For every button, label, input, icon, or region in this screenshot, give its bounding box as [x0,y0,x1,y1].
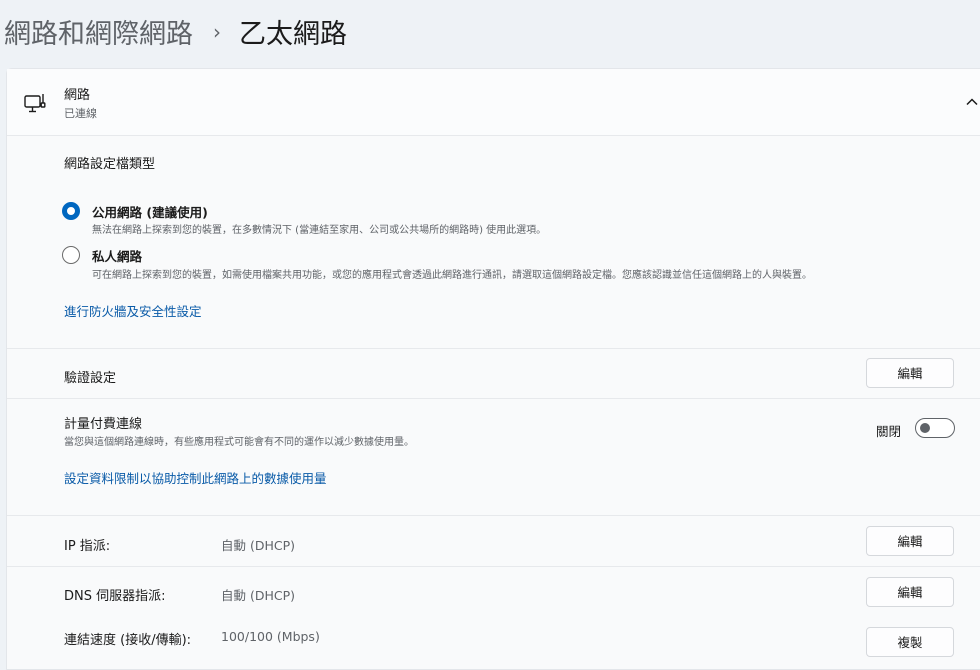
page-title: 乙太網路 [239,19,347,50]
dns-edit-button[interactable]: 編輯 [866,577,954,607]
breadcrumb-separator: › [213,19,221,44]
ip-edit-button[interactable]: 編輯 [866,526,954,556]
network-status: 已連線 [64,107,97,120]
link-speed-label: 連結速度 (接收/傳輸): [64,633,192,648]
public-network-description: 無法在網路上探索到您的裝置，在多數情況下 (當連結至家用、公司或公共場所的網路時… [92,225,547,236]
firewall-settings-link[interactable]: 進行防火牆及安全性設定 [64,301,202,320]
profile-type-label: 網路設定檔類型 [64,157,156,172]
ethernet-monitor-icon [24,94,46,113]
ip-assignment-label: IP 指派: [64,539,111,554]
copy-button[interactable]: 複製 [866,627,954,657]
chevron-up-icon[interactable] [965,95,979,109]
breadcrumb: 網路和網際網路 › 乙太網路 [4,12,347,51]
auth-edit-button[interactable]: 編輯 [866,358,954,388]
private-network-title: 私人網路 [92,249,143,264]
dns-assignment-value: 自動 (DHCP) [221,588,296,603]
public-network-radio[interactable] [62,202,80,220]
network-title: 網路 [64,88,91,103]
private-network-radio[interactable] [62,246,80,264]
divider [7,348,980,349]
metered-toggle-label: 關閉 [876,424,902,439]
dns-assignment-label: DNS 伺服器指派: [64,589,166,604]
toggle-knob [920,423,930,433]
auth-settings-label: 驗證設定 [64,371,117,386]
divider [7,398,980,399]
ip-assignment-value: 自動 (DHCP) [221,538,296,553]
divider [7,566,980,567]
network-header[interactable]: 網路 已連線 [7,69,980,136]
metered-connection-label: 計量付費連線 [64,417,143,432]
metered-toggle[interactable] [915,418,955,438]
public-network-title: 公用網路 (建議使用) [92,205,208,220]
ethernet-settings-panel: 網路 已連線 網路設定檔類型 公用網路 (建議使用) 無法在網路上探索到您的裝置… [6,68,980,670]
link-speed-value: 100/100 (Mbps) [221,629,320,644]
private-network-description: 可在網路上探索到您的裝置，如需使用檔案共用功能，或您的應用程式會透過此網路進行通… [92,270,812,281]
divider [7,515,980,516]
metered-connection-description: 當您與這個網路連線時，有些應用程式可能會有不同的運作以減少數據使用量。 [64,437,414,448]
breadcrumb-parent[interactable]: 網路和網際網路 [4,12,193,51]
data-limit-link[interactable]: 設定資料限制以協助控制此網路上的數據使用量 [64,468,327,487]
